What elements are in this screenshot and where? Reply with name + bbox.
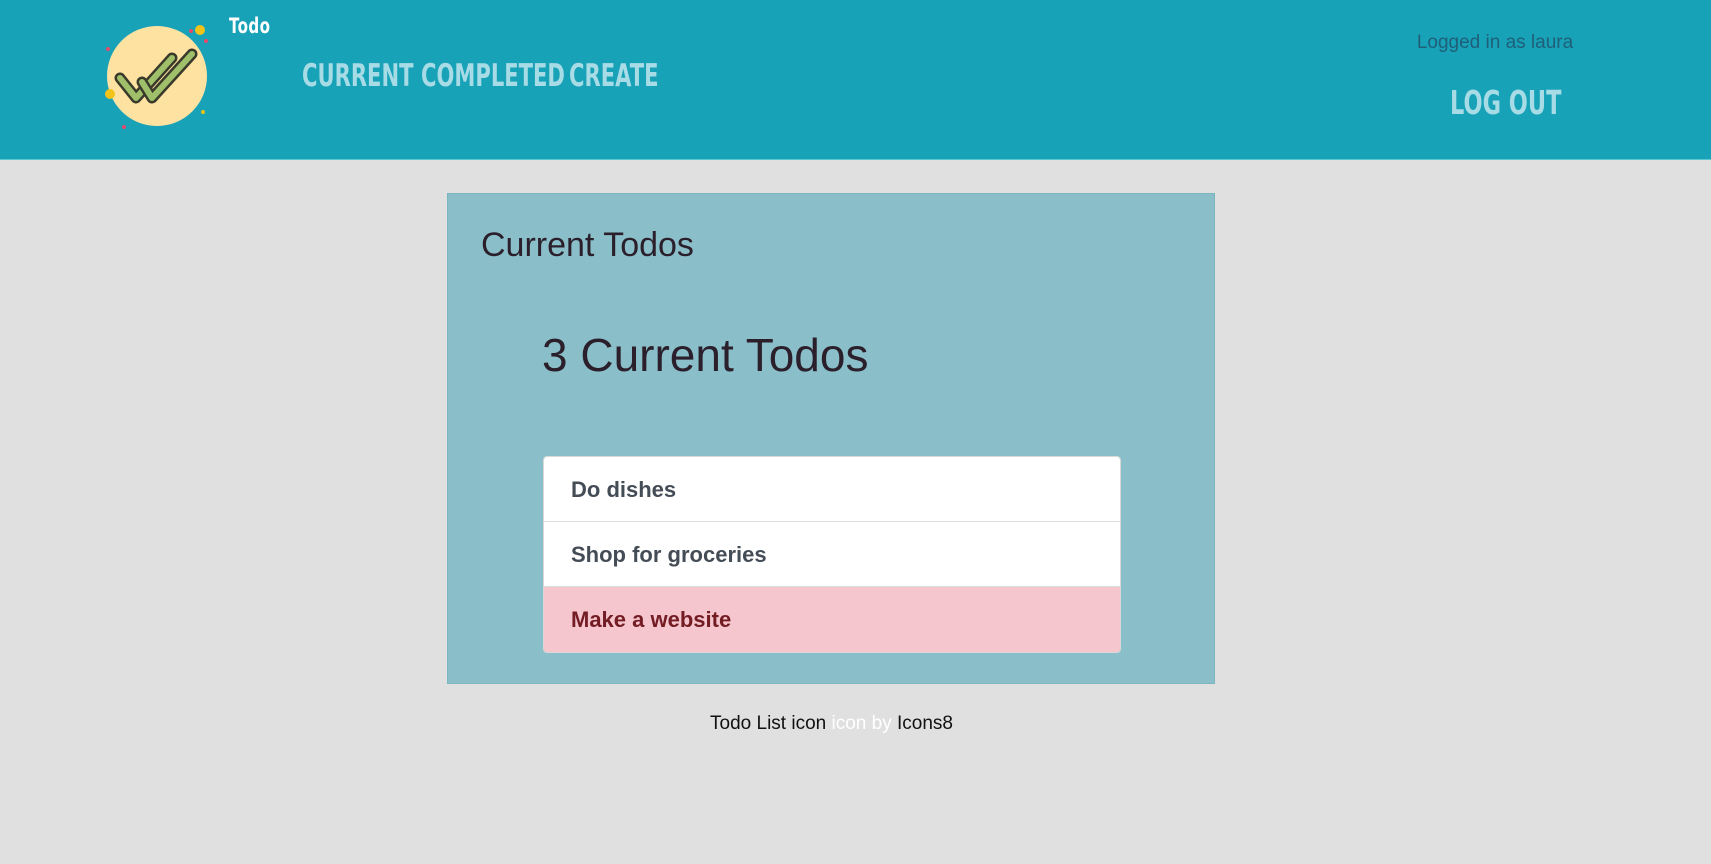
brand-link[interactable]: Todo [229,14,270,38]
logout-button[interactable]: Log out [1450,81,1561,125]
double-check-icon[interactable] [100,18,220,138]
nav-link-create[interactable]: Create [569,56,659,96]
todo-item[interactable]: Do dishes [544,457,1120,522]
page: Todo Current Completed Create Logged in … [0,0,1711,864]
nav-link-current[interactable]: Current [302,56,413,96]
todos-card: Current Todos 3 Current Todos Do dishes … [447,193,1215,684]
todo-count-heading: 3 Current Todos [542,329,869,381]
top-navbar: Todo Current Completed Create Logged in … [0,0,1711,160]
todo-list: Do dishes Shop for groceries Make a webs… [543,456,1121,653]
user-status: Logged in as laura [1380,28,1610,58]
icon-by-text: icon by [831,713,892,734]
logged-in-text: Logged in as laura [1416,32,1574,53]
todo-item-danger[interactable]: Make a website [544,587,1120,652]
page-title: Current Todos [481,226,694,264]
logout-label[interactable]: Log out [1450,81,1561,125]
nav-link-completed[interactable]: Completed [421,56,565,96]
footer-attribution: Todo List icon icon by Icons8 [0,713,1663,735]
icons8-link[interactable]: Icons8 [897,713,953,734]
nav-item-create[interactable]: Create [569,56,701,96]
todo-item[interactable]: Shop for groceries [544,522,1120,587]
todo-list-icon-link[interactable]: Todo List icon [710,713,826,734]
